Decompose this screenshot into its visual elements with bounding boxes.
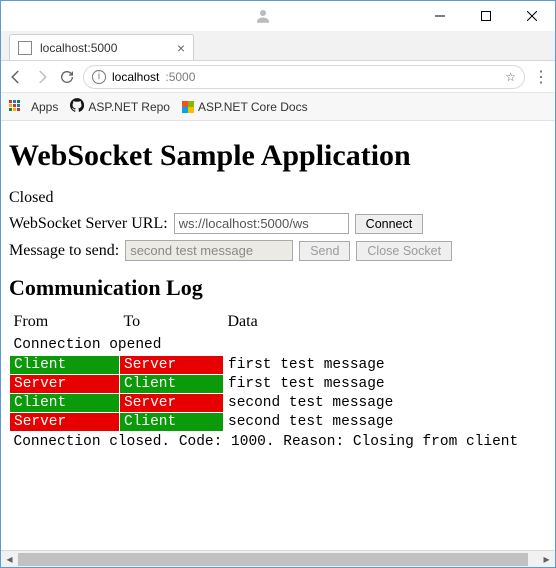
- table-row: ClientServersecond test message: [10, 394, 550, 413]
- back-button[interactable]: [7, 68, 25, 86]
- browser-tab[interactable]: localhost:5000 ×: [9, 34, 194, 60]
- close-tab-icon[interactable]: ×: [177, 40, 185, 56]
- url-label: WebSocket Server URL:: [9, 215, 168, 233]
- bookmarks-bar: Apps ASP.NET Repo ASP.NET Core Docs: [1, 93, 555, 121]
- tab-title: localhost:5000: [40, 41, 117, 55]
- col-from: From: [10, 311, 120, 335]
- connect-button[interactable]: Connect: [355, 214, 424, 234]
- close-window-button[interactable]: [509, 1, 555, 31]
- col-to: To: [120, 311, 224, 335]
- log-to: Client: [120, 375, 224, 394]
- url-row: WebSocket Server URL: Connect: [9, 213, 547, 234]
- log-data: second test message: [224, 394, 550, 413]
- bookmark-label: ASP.NET Repo: [88, 100, 170, 114]
- table-row: Connection closed. Code: 1000. Reason: C…: [10, 432, 550, 453]
- favicon-icon: [18, 41, 32, 55]
- reload-button[interactable]: [59, 69, 75, 85]
- col-data: Data: [224, 311, 550, 335]
- state-label: Closed: [9, 189, 547, 207]
- log-message: Connection opened: [10, 335, 550, 356]
- log-to: Server: [120, 394, 224, 413]
- site-info-icon[interactable]: i: [92, 70, 106, 84]
- url-host: localhost: [112, 70, 159, 84]
- table-row: ServerClientsecond test message: [10, 413, 550, 432]
- scroll-thumb[interactable]: [18, 553, 528, 566]
- table-row: ClientServerfirst test message: [10, 356, 550, 375]
- page-content: WebSocket Sample Application Closed WebS…: [1, 121, 555, 550]
- page-title: WebSocket Sample Application: [9, 139, 547, 173]
- toolbar: i localhost :5000 ☆ ⋮: [1, 61, 555, 93]
- url-rest: :5000: [165, 70, 195, 84]
- log-message: Connection closed. Code: 1000. Reason: C…: [10, 432, 550, 453]
- ws-url-input[interactable]: [174, 213, 349, 234]
- log-table: From To Data Connection openedClientServ…: [9, 311, 549, 452]
- window-titlebar: [1, 1, 555, 31]
- user-icon: [251, 4, 275, 28]
- bookmark-label: ASP.NET Core Docs: [198, 100, 308, 114]
- log-to: Server: [120, 356, 224, 375]
- table-row: Connection opened: [10, 335, 550, 356]
- scroll-left-icon[interactable]: ◂: [1, 551, 18, 568]
- maximize-button[interactable]: [463, 1, 509, 31]
- message-label: Message to send:: [9, 242, 119, 260]
- bookmark-aspnet-repo[interactable]: ASP.NET Repo: [70, 98, 170, 115]
- address-bar[interactable]: i localhost :5000 ☆: [83, 65, 525, 89]
- apps-shortcut[interactable]: Apps: [9, 100, 58, 114]
- tab-strip: localhost:5000 ×: [1, 31, 555, 61]
- bookmark-star-icon[interactable]: ☆: [505, 70, 516, 84]
- minimize-button[interactable]: [417, 1, 463, 31]
- log-from: Server: [10, 413, 120, 432]
- close-socket-button[interactable]: Close Socket: [356, 241, 452, 261]
- log-from: Client: [10, 394, 120, 413]
- log-data: second test message: [224, 413, 550, 432]
- github-icon: [70, 98, 84, 115]
- message-row: Message to send: Send Close Socket: [9, 240, 547, 261]
- bookmark-aspnet-docs[interactable]: ASP.NET Core Docs: [182, 100, 308, 114]
- scroll-track[interactable]: [18, 551, 538, 567]
- log-from: Server: [10, 375, 120, 394]
- apps-label: Apps: [31, 100, 58, 114]
- menu-button[interactable]: ⋮: [533, 67, 549, 87]
- apps-icon: [9, 100, 23, 114]
- table-row: ServerClientfirst test message: [10, 375, 550, 394]
- log-to: Client: [120, 413, 224, 432]
- log-data: first test message: [224, 356, 550, 375]
- message-input[interactable]: [125, 240, 293, 261]
- log-heading: Communication Log: [9, 275, 547, 301]
- horizontal-scrollbar[interactable]: ◂ ▸: [1, 550, 555, 567]
- microsoft-icon: [182, 101, 194, 113]
- log-from: Client: [10, 356, 120, 375]
- log-data: first test message: [224, 375, 550, 394]
- send-button[interactable]: Send: [299, 241, 350, 261]
- forward-button[interactable]: [33, 68, 51, 86]
- scroll-right-icon[interactable]: ▸: [538, 551, 555, 568]
